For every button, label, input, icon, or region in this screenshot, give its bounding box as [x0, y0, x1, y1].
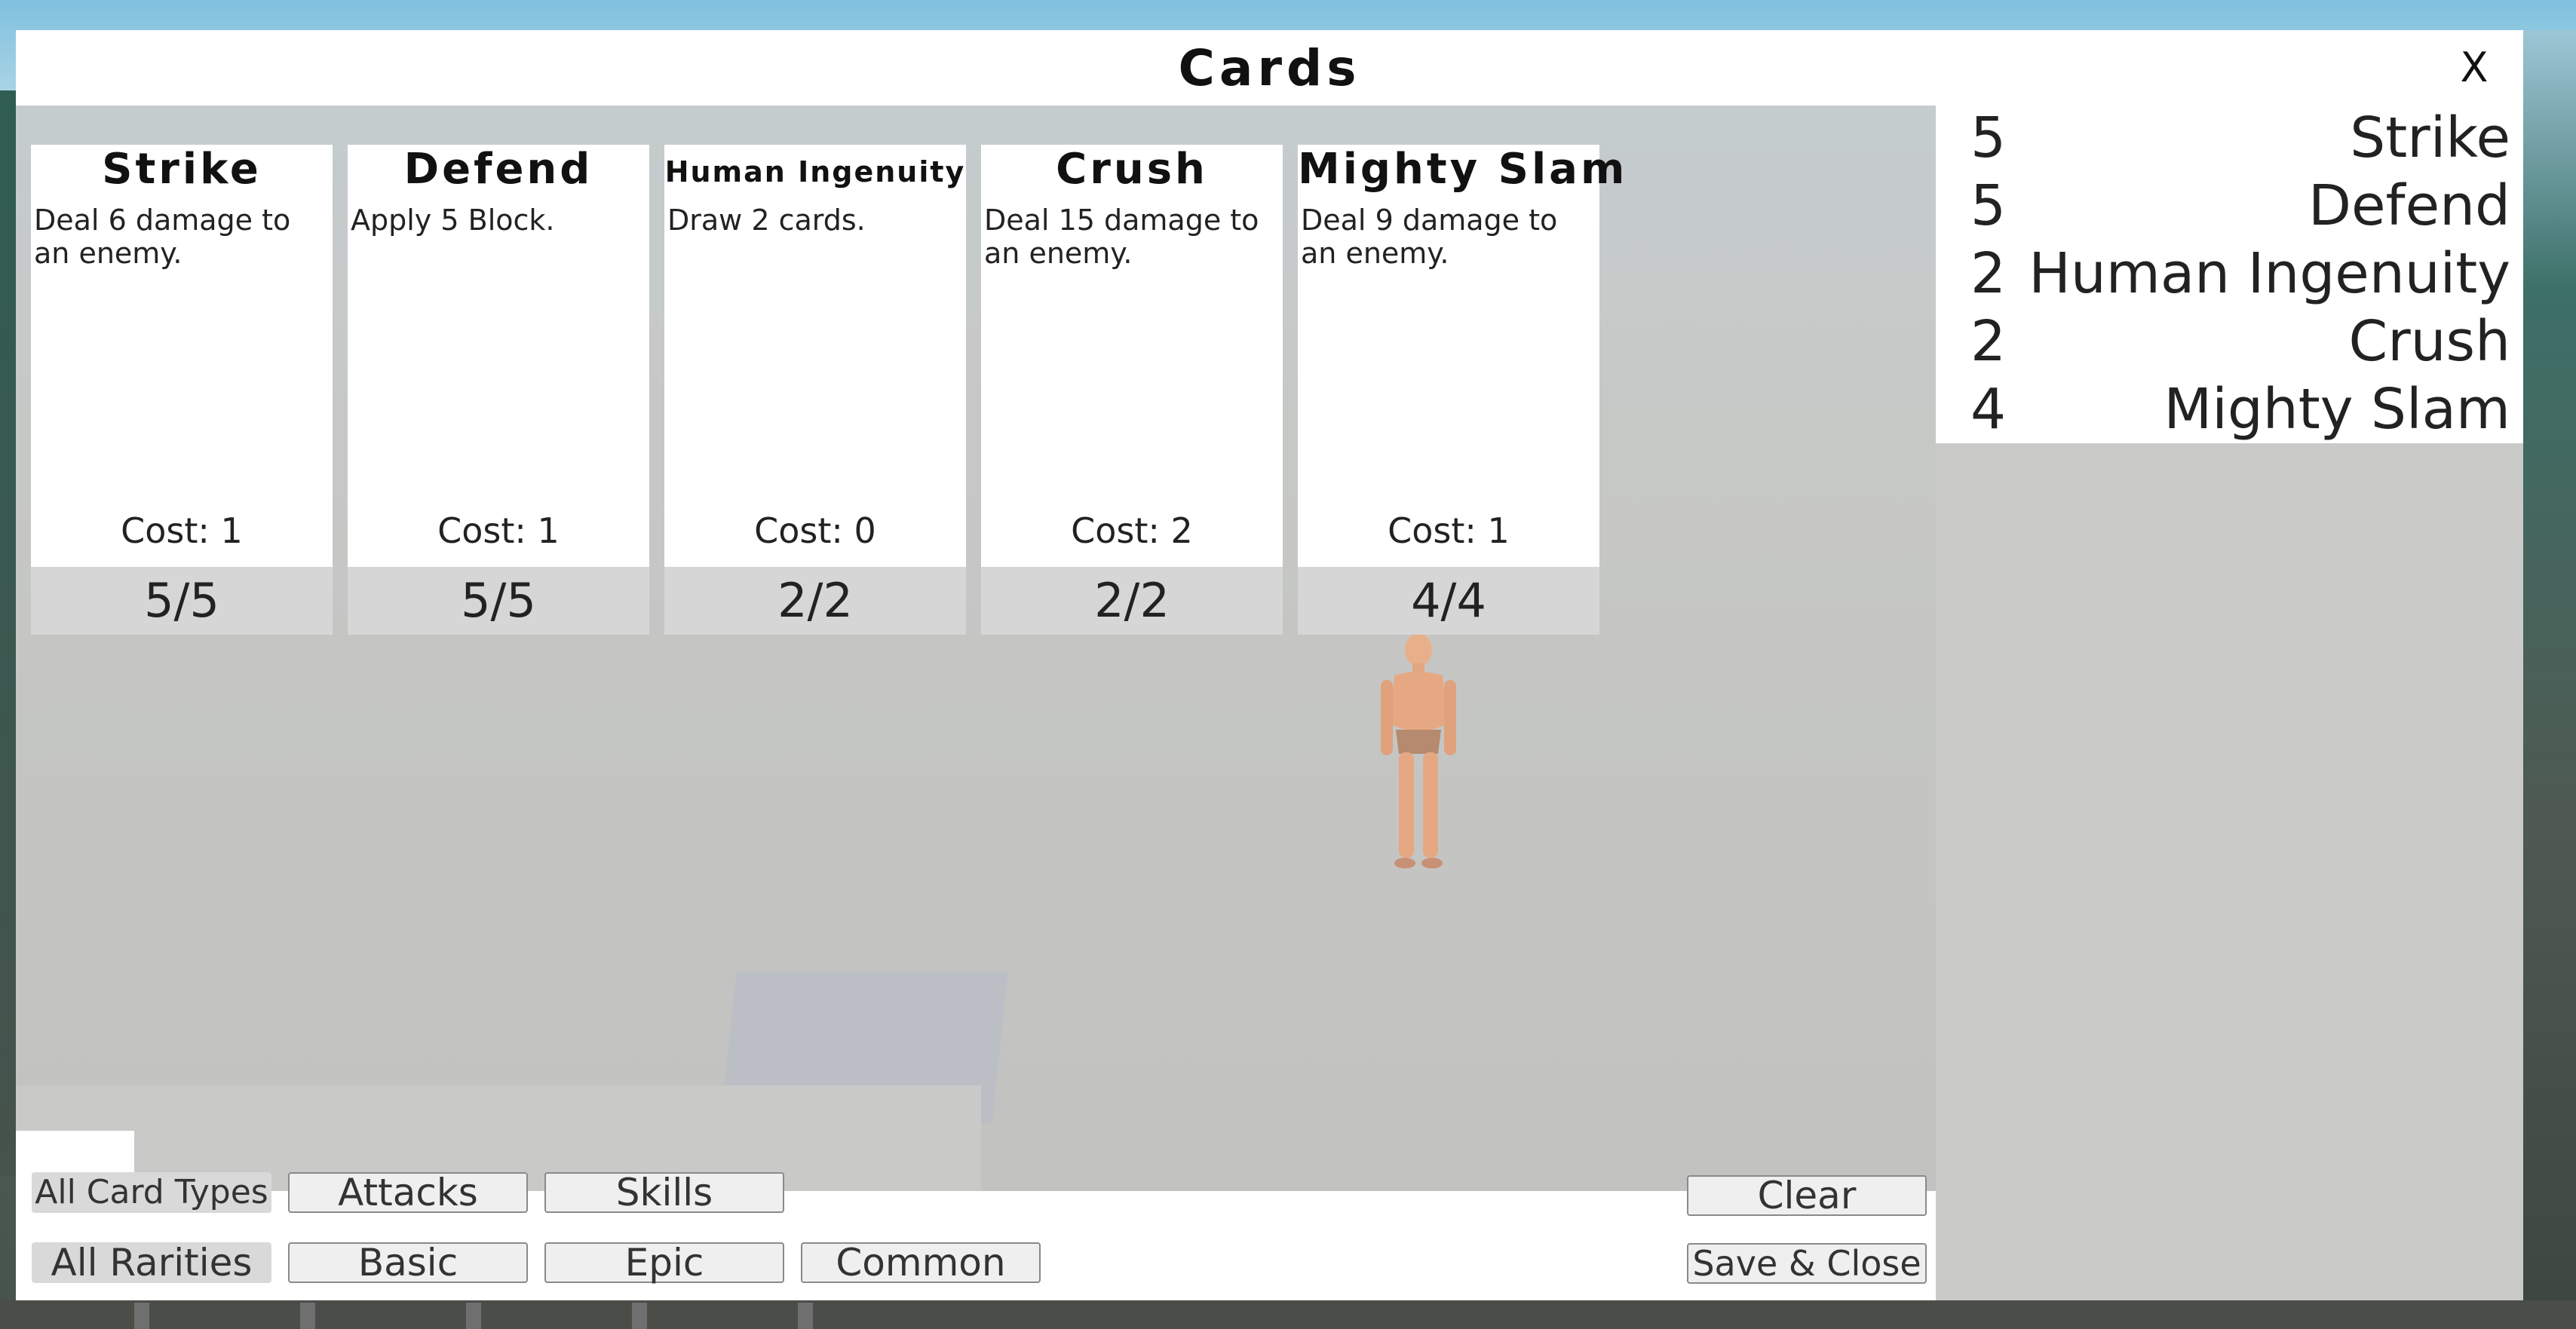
deck-entry[interactable]: 5 Defend — [1943, 173, 2515, 241]
card-cost: Cost: 0 — [754, 510, 876, 551]
card-name: Crush — [1056, 145, 1208, 194]
card-face: Mighty Slam Deal 9 damage to an enemy. C… — [1298, 145, 1628, 567]
card-count: 5/5 — [348, 567, 649, 635]
card-name: Human Ingenuity — [664, 155, 966, 188]
scene-bottom-edge — [0, 1300, 2576, 1329]
deck-entry[interactable]: 4 Mighty Slam — [1943, 377, 2515, 445]
card-name: Defend — [403, 145, 593, 194]
card-count: 2/2 — [981, 567, 1283, 635]
fence-post — [632, 1303, 647, 1329]
filter-skills-button[interactable]: Skills — [544, 1172, 784, 1213]
card-description: Draw 2 cards. — [667, 204, 866, 237]
card-count: 5/5 — [31, 567, 333, 635]
clear-button[interactable]: Clear — [1687, 1175, 1927, 1216]
deck-entry-name: Strike — [2350, 106, 2510, 170]
deck-entry-quantity: 5 — [1970, 173, 2007, 238]
fence-post — [798, 1303, 813, 1329]
filter-attacks-button[interactable]: Attacks — [288, 1172, 528, 1213]
card-name: Mighty Slam — [1298, 145, 1628, 194]
card-cost: Cost: 1 — [121, 510, 243, 551]
fence-post — [300, 1303, 315, 1329]
card-cost: Cost: 2 — [1071, 510, 1193, 551]
card-face: Crush Deal 15 damage to an enemy. Cost: … — [981, 145, 1283, 567]
fence-post — [466, 1303, 481, 1329]
card-collection-area: Strike Deal 6 damage to an enemy. Cost: … — [16, 106, 1936, 1191]
card-face: Defend Apply 5 Block. Cost: 1 — [348, 145, 649, 567]
card-tile[interactable]: Crush Deal 15 damage to an enemy. Cost: … — [981, 145, 1283, 635]
save-close-button[interactable]: Save & Close — [1687, 1243, 1927, 1284]
deck-entry-quantity: 2 — [1970, 309, 2007, 374]
deck-entry-name: Defend — [2308, 173, 2510, 238]
close-button[interactable]: X — [2448, 41, 2501, 93]
deck-entry-quantity: 2 — [1970, 241, 2007, 306]
card-tile[interactable]: Strike Deal 6 damage to an enemy. Cost: … — [31, 145, 333, 635]
filter-epic-button[interactable]: Epic — [544, 1242, 784, 1283]
deck-entry[interactable]: 5 Strike — [1943, 106, 2515, 173]
card-tile[interactable]: Defend Apply 5 Block. Cost: 1 5/5 — [348, 145, 649, 635]
deck-list-background — [1936, 443, 2523, 1300]
card-tile[interactable]: Human Ingenuity Draw 2 cards. Cost: 0 2/… — [664, 145, 966, 635]
fence-post — [134, 1303, 149, 1329]
filter-all-rarities-button[interactable]: All Rarities — [32, 1242, 271, 1283]
deck-entry[interactable]: 2 Human Ingenuity — [1943, 241, 2515, 309]
card-description: Deal 6 damage to an enemy. — [34, 204, 291, 270]
card-count: 4/4 — [1298, 567, 1599, 635]
dialog-title: Cards — [1178, 38, 1361, 97]
card-tile[interactable]: Mighty Slam Deal 9 damage to an enemy. C… — [1298, 145, 1628, 635]
player-character — [1381, 633, 1456, 868]
deck-entry-quantity: 5 — [1970, 106, 2007, 170]
dialog-title-bar: Cards — [16, 30, 2523, 106]
card-face: Strike Deal 6 damage to an enemy. Cost: … — [31, 145, 333, 567]
card-description: Apply 5 Block. — [351, 204, 555, 237]
card-count: 2/2 — [664, 567, 966, 635]
card-cost: Cost: 1 — [1388, 510, 1510, 551]
card-description: Deal 9 damage to an enemy. — [1301, 204, 1558, 270]
filter-common-button[interactable]: Common — [801, 1242, 1041, 1283]
card-description: Deal 15 damage to an enemy. — [984, 204, 1259, 270]
card-name: Strike — [102, 145, 262, 194]
filter-all-card-types-button[interactable]: All Card Types — [32, 1172, 271, 1213]
scene-right-edge — [2523, 30, 2576, 1329]
deck-entry-name: Human Ingenuity — [2029, 241, 2510, 306]
deck-entry-name: Crush — [2348, 309, 2510, 374]
deck-list: 5 Strike 5 Defend 2 Human Ingenuity 2 Cr… — [1943, 106, 2515, 443]
card-face: Human Ingenuity Draw 2 cards. Cost: 0 — [664, 145, 966, 567]
deck-entry-quantity: 4 — [1970, 377, 2007, 442]
card-cost: Cost: 1 — [437, 510, 560, 551]
deck-entry[interactable]: 2 Crush — [1943, 309, 2515, 377]
filter-basic-button[interactable]: Basic — [288, 1242, 528, 1283]
cards-dialog: Cards X Strike Deal 6 damage to an enemy… — [16, 30, 2523, 1300]
deck-entry-name: Mighty Slam — [2164, 377, 2510, 442]
